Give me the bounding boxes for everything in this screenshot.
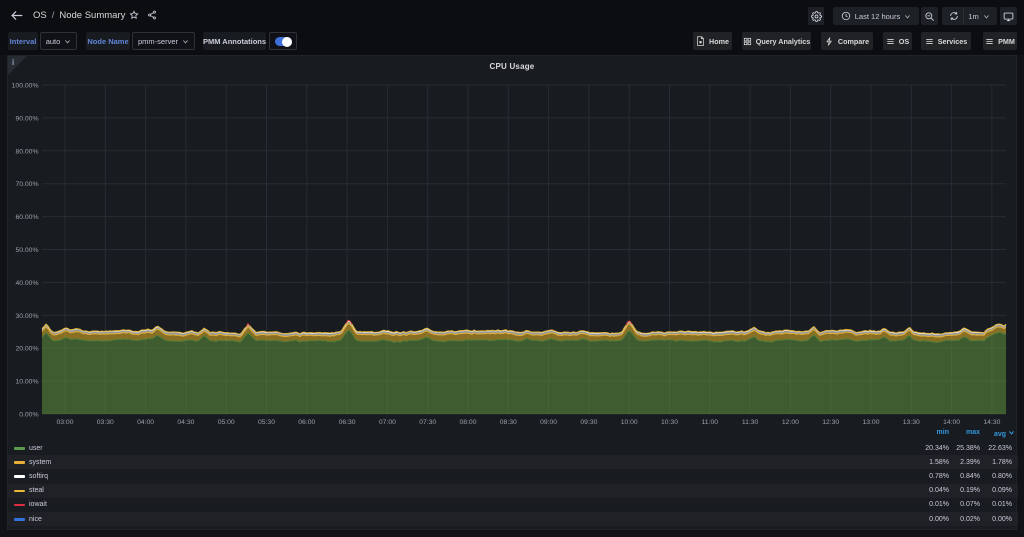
svg-text:03:30: 03:30: [97, 419, 114, 426]
svg-text:100.00%: 100.00%: [12, 83, 39, 90]
svg-text:0.00%: 0.00%: [19, 412, 38, 419]
svg-text:12:30: 12:30: [822, 419, 839, 426]
svg-text:08:00: 08:00: [459, 419, 476, 426]
svg-text:04:00: 04:00: [137, 419, 154, 426]
svg-text:04:30: 04:30: [177, 419, 194, 426]
svg-text:11:00: 11:00: [702, 419, 719, 426]
svg-text:10:30: 10:30: [661, 419, 678, 426]
svg-text:05:00: 05:00: [218, 419, 235, 426]
svg-text:07:30: 07:30: [419, 419, 436, 426]
svg-text:50.00%: 50.00%: [15, 247, 38, 254]
svg-text:14:00: 14:00: [943, 419, 960, 426]
svg-text:13:00: 13:00: [862, 419, 879, 426]
svg-text:60.00%: 60.00%: [15, 214, 38, 221]
svg-text:06:30: 06:30: [339, 419, 356, 426]
svg-text:09:30: 09:30: [580, 419, 597, 426]
svg-text:70.00%: 70.00%: [15, 181, 38, 188]
svg-text:40.00%: 40.00%: [15, 280, 38, 287]
svg-text:03:00: 03:00: [56, 419, 73, 426]
svg-text:90.00%: 90.00%: [15, 115, 38, 122]
svg-text:14:30: 14:30: [983, 419, 1000, 426]
svg-text:07:00: 07:00: [379, 419, 396, 426]
svg-text:08:30: 08:30: [500, 419, 517, 426]
svg-text:30.00%: 30.00%: [15, 313, 38, 320]
svg-text:10:00: 10:00: [621, 419, 638, 426]
svg-text:06:00: 06:00: [298, 419, 315, 426]
svg-text:10.00%: 10.00%: [15, 379, 38, 386]
svg-text:12:00: 12:00: [782, 419, 799, 426]
svg-text:09:00: 09:00: [540, 419, 557, 426]
svg-text:11:30: 11:30: [742, 419, 759, 426]
svg-text:20.00%: 20.00%: [15, 346, 38, 353]
svg-text:80.00%: 80.00%: [15, 148, 38, 155]
svg-text:13:30: 13:30: [903, 419, 920, 426]
svg-text:05:30: 05:30: [258, 419, 275, 426]
